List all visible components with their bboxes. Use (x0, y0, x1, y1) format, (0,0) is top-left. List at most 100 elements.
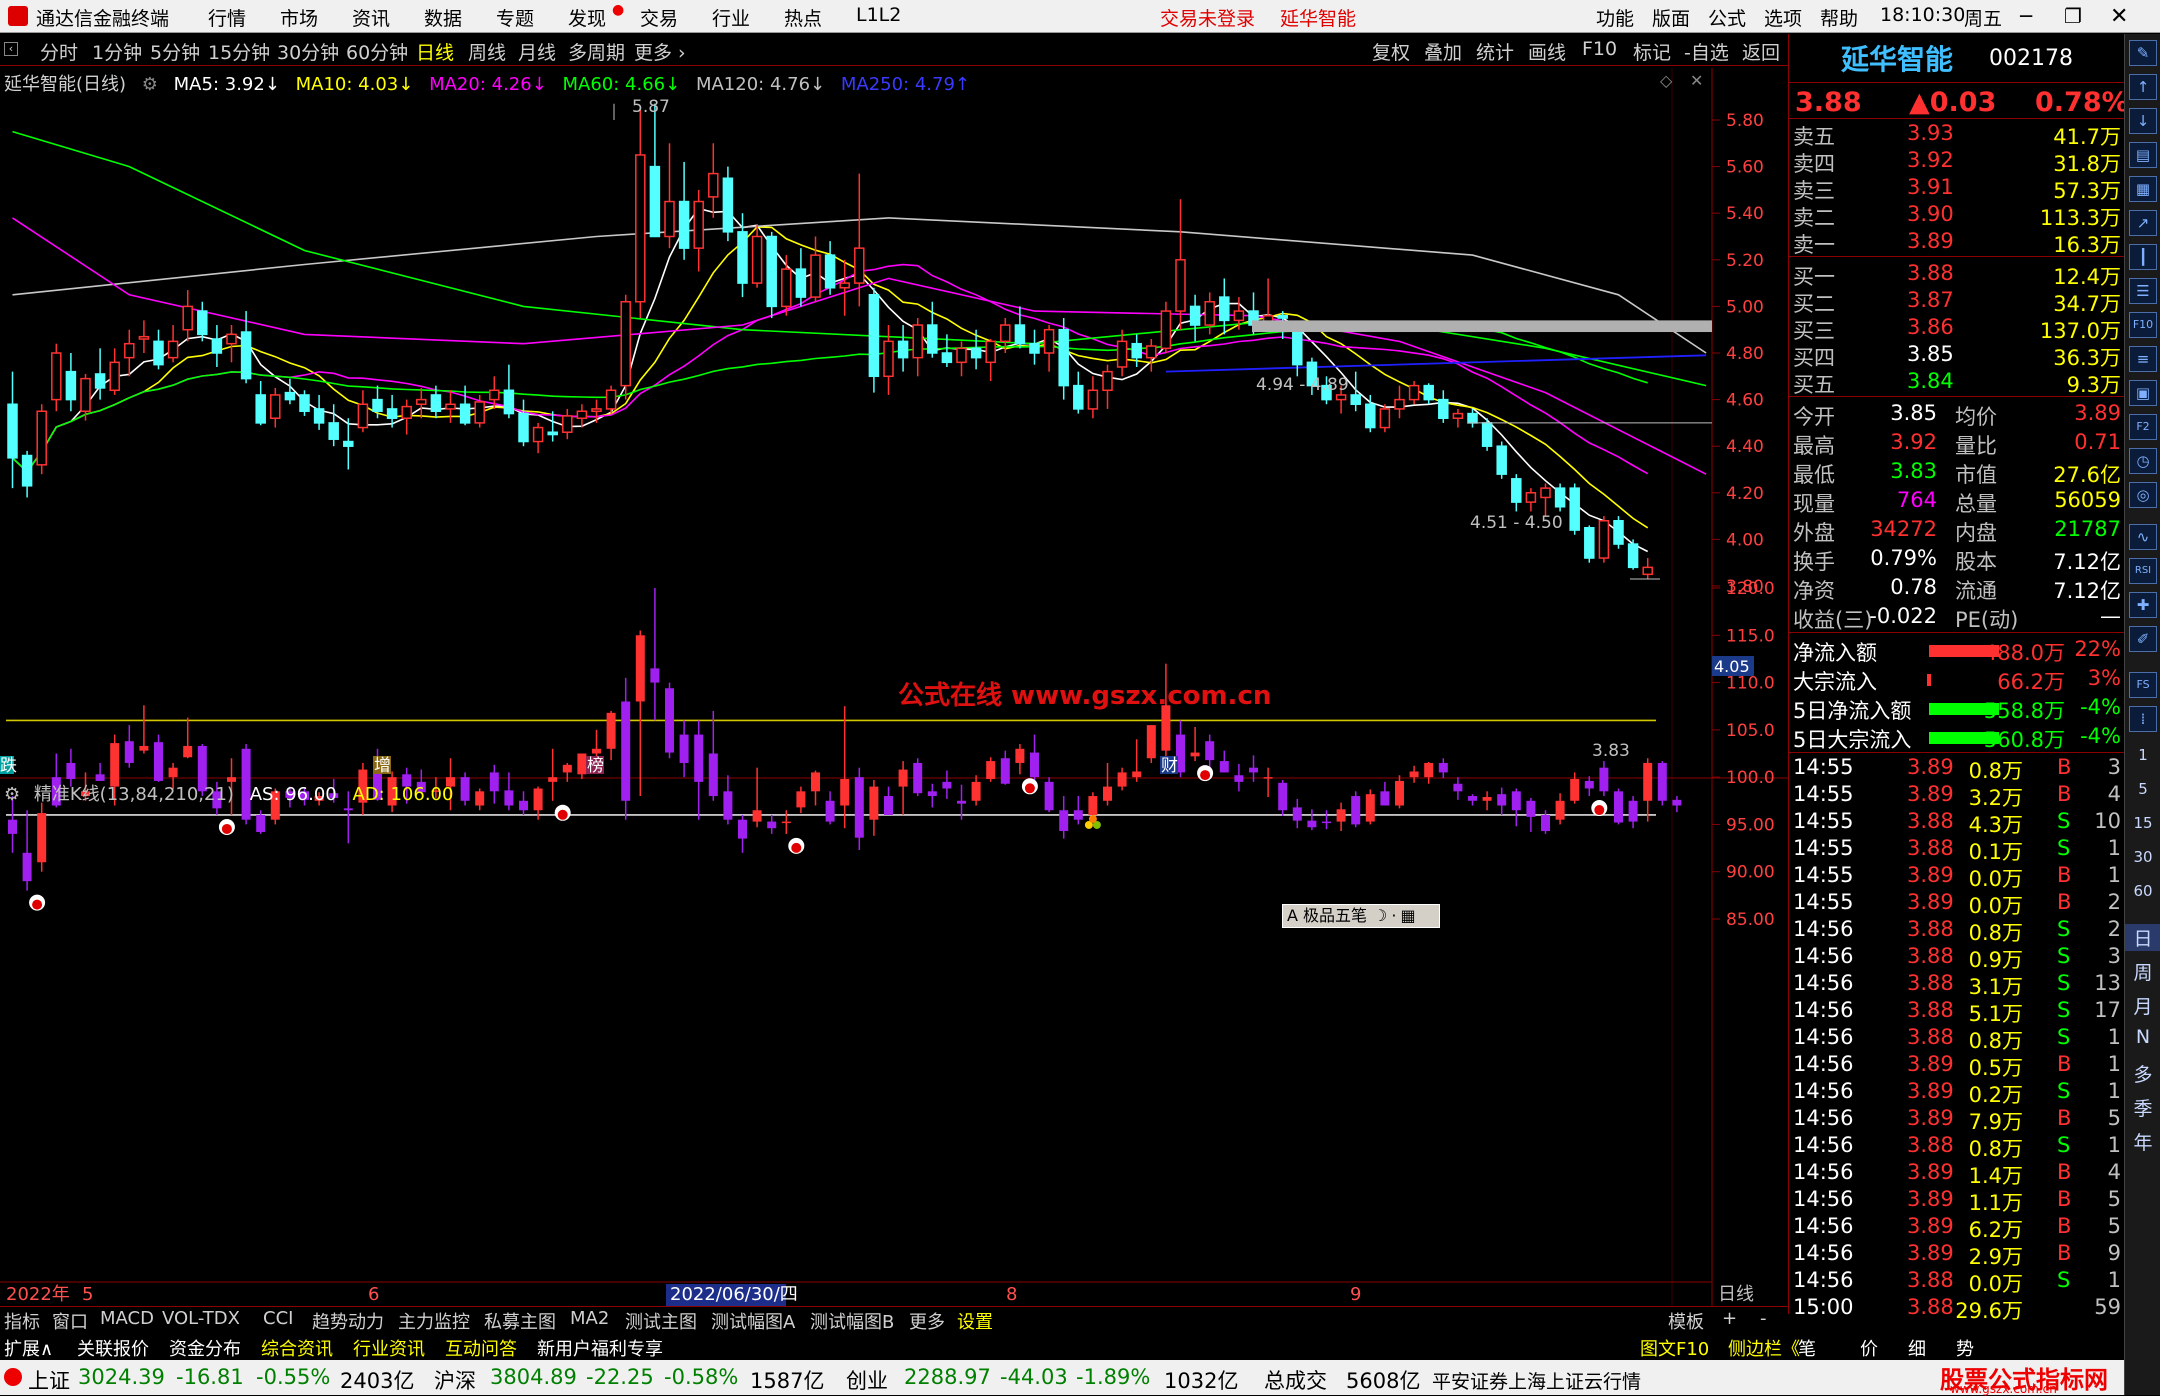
info-tab[interactable]: 新用户福利专享 (537, 1335, 663, 1361)
menu-gongneng[interactable]: 功能 (1596, 4, 1634, 31)
menu-xuanxiang[interactable]: 选项 (1764, 4, 1802, 31)
sidebar-period-60[interactable]: 60 (2125, 882, 2160, 900)
sidebar-monthly[interactable]: 月 (2125, 992, 2160, 1019)
info-tab[interactable]: 行业资讯 (353, 1335, 425, 1361)
menu-zixun[interactable]: 资讯 (352, 4, 390, 31)
menu-redian[interactable]: 热点 (784, 4, 822, 31)
status-dot-icon (4, 1368, 22, 1386)
sub-gear-icon[interactable]: ⚙ (4, 784, 20, 805)
menu-zhuanti[interactable]: 专题 (496, 4, 534, 31)
indicator-tab[interactable]: VOL-TDX (162, 1308, 240, 1329)
sidebar-rsi-icon[interactable]: RSI (2129, 558, 2157, 584)
menu-hangqing[interactable]: 行情 (208, 4, 246, 31)
sidebar-table-icon[interactable]: ▦ (2129, 176, 2157, 202)
ime-dot-icon[interactable]: · (1391, 906, 1396, 925)
indicator-tab[interactable]: 测试主图 (625, 1308, 697, 1334)
side-tab[interactable]: 价 (1860, 1335, 1878, 1361)
info-tab[interactable]: 扩展∧ (4, 1335, 53, 1361)
indicator-tab[interactable]: 私募主图 (484, 1308, 556, 1334)
diamond-icon[interactable]: ◇ (1660, 71, 1673, 90)
sidebar-down-icon[interactable]: ↓ (2129, 108, 2157, 134)
indicator-tab[interactable]: 测试幅图A (711, 1308, 795, 1334)
menu-jiaoyi[interactable]: 交易 (640, 4, 678, 31)
side-tab[interactable]: 图文F10 (1640, 1335, 1709, 1361)
indicator-tab[interactable]: 设置 (957, 1308, 993, 1334)
sidebar-candle-icon[interactable]: ┃ (2129, 244, 2157, 270)
chart-canvas[interactable]: 5.80 5.60 5.40 5.20 5.00 4.80 4.60 4.40 4.20 4.00… (0, 34, 1788, 1306)
menu-banmian[interactable]: 版面 (1652, 4, 1690, 31)
info-tab[interactable]: 关联报价 (77, 1335, 149, 1361)
close-icon[interactable]: ✕ (2110, 4, 2128, 29)
menu-shichang[interactable]: 市场 (280, 4, 318, 31)
sidebar-period-1[interactable]: 1 (2125, 746, 2160, 764)
sidebar-f10-icon[interactable]: F10 (2129, 312, 2157, 338)
ime-moon-icon[interactable]: ☽ (1373, 906, 1387, 925)
sidebar-daily[interactable]: 日 (2125, 924, 2160, 951)
sidebar-weekly[interactable]: 周 (2125, 958, 2160, 985)
sidebar-calc-icon[interactable]: ▤ (2129, 142, 2157, 168)
sidebar-doc-icon[interactable]: ▣ (2129, 380, 2157, 406)
marker-cai[interactable]: 财 (1161, 756, 1178, 776)
sz-name[interactable]: 沪深 (434, 1365, 476, 1395)
side-tab[interactable]: 势 (1956, 1335, 1974, 1361)
sidebar-up-icon[interactable]: ↑ (2129, 74, 2157, 100)
indicator-tab[interactable]: 主力监控 (398, 1308, 470, 1334)
menu-faxian[interactable]: 发现 (568, 4, 606, 31)
marker-die[interactable]: 跌 (0, 756, 17, 776)
menu-hangye[interactable]: 行业 (712, 4, 750, 31)
stat-row: 净资 0.78 流通 7.12亿 (1789, 575, 2125, 603)
minimize-icon[interactable]: ─ (2020, 4, 2032, 28)
sidebar-list-icon[interactable]: ☰ (2129, 278, 2157, 304)
sidebar-n[interactable]: N (2125, 1026, 2160, 1048)
indicator-tab[interactable]: MACD (100, 1308, 154, 1329)
info-tab[interactable]: 互动问答 (445, 1335, 517, 1361)
sidebar-period-15[interactable]: 15 (2125, 814, 2160, 832)
indicator-tab[interactable]: MA2 (570, 1308, 609, 1329)
sidebar-cross-icon[interactable]: ✚ (2129, 592, 2157, 618)
sidebar-quarter[interactable]: 季 (2125, 1094, 2160, 1121)
indicator-tab[interactable]: 模板 (1668, 1308, 1704, 1334)
sidebar-f2-icon[interactable]: F2 (2129, 414, 2157, 440)
marker-zeng[interactable]: 增 (374, 756, 391, 776)
side-tab[interactable]: 侧边栏《 (1728, 1335, 1800, 1361)
menu-l1l2[interactable]: L1L2 (856, 4, 901, 26)
sidebar-multi[interactable]: 多 (2125, 1060, 2160, 1087)
restore-icon[interactable]: ❐ (2064, 4, 2082, 28)
indicator-tab[interactable]: 测试幅图B (810, 1308, 894, 1334)
indicator-tab[interactable]: - (1760, 1308, 1767, 1329)
marker-bang[interactable]: 榜 (587, 756, 604, 776)
side-tab[interactable]: 细 (1908, 1335, 1926, 1361)
info-tab[interactable]: 资金分布 (169, 1335, 241, 1361)
info-tab[interactable]: 综合资讯 (261, 1335, 333, 1361)
login-status[interactable]: 交易未登录 (1160, 4, 1255, 31)
indicator-tab[interactable]: 指标 (4, 1308, 40, 1334)
flow-pct: -4% (2080, 724, 2121, 748)
sidebar-clock-icon[interactable]: ◷ (2129, 448, 2157, 474)
sidebar-pen-icon[interactable]: ✐ (2129, 626, 2157, 652)
ime-popup[interactable]: A 极品五笔 ☽ · ▦ (1282, 904, 1440, 928)
cy-name[interactable]: 创业 (846, 1365, 888, 1395)
indicator-tab[interactable]: CCI (263, 1308, 293, 1329)
side-tab[interactable]: 笔 (1798, 1335, 1816, 1361)
menu-gongshi[interactable]: 公式 (1708, 4, 1746, 31)
sidebar-dots-icon[interactable]: ⁞ (2129, 706, 2157, 732)
sidebar-period-5[interactable]: 5 (2125, 780, 2160, 798)
indicator-tab[interactable]: 窗口 (52, 1308, 88, 1334)
sidebar-wave-icon[interactable]: ∿ (2129, 524, 2157, 550)
sidebar-year[interactable]: 年 (2125, 1128, 2160, 1155)
trade-price: 3.88 (1907, 809, 1954, 833)
sidebar-fs-icon[interactable]: FS (2129, 672, 2157, 698)
indicator-tab[interactable]: + (1722, 1308, 1737, 1329)
ime-keyboard-icon[interactable]: ▦ (1400, 906, 1415, 925)
sidebar-period-30[interactable]: 30 (2125, 848, 2160, 866)
menu-shuju[interactable]: 数据 (424, 4, 462, 31)
menu-bangzhu[interactable]: 帮助 (1820, 4, 1858, 31)
sidebar-news-icon[interactable]: ≡ (2129, 346, 2157, 372)
sidebar-line-icon[interactable]: ↗ (2129, 210, 2157, 236)
sidebar-pin-icon[interactable]: ✎ (2129, 40, 2157, 66)
panel-close-icon[interactable]: ✕ (1690, 71, 1703, 90)
indicator-tab[interactable]: 趋势动力 (312, 1308, 384, 1334)
sh-name[interactable]: 上证 (28, 1365, 70, 1395)
sidebar-info-icon[interactable]: ◎ (2129, 482, 2157, 508)
indicator-tab[interactable]: 更多 (909, 1308, 945, 1334)
